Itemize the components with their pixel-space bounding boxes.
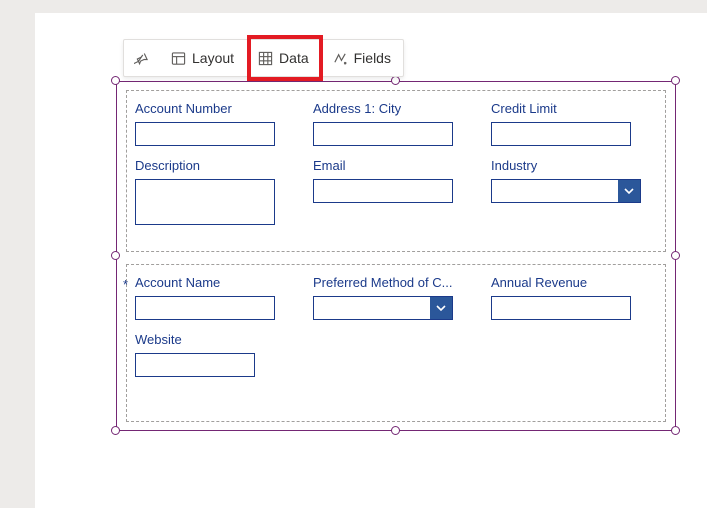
field-label: Description xyxy=(135,158,295,173)
select-input[interactable] xyxy=(313,296,453,320)
field-address1-city[interactable]: Address 1: City xyxy=(313,101,473,146)
textarea-input[interactable] xyxy=(135,179,275,225)
field-email[interactable]: Email xyxy=(313,158,473,225)
field-label: Industry xyxy=(491,158,651,173)
field-credit-limit[interactable]: Credit Limit xyxy=(491,101,651,146)
text-input[interactable] xyxy=(313,179,453,203)
select-input[interactable] xyxy=(491,179,641,203)
field-description[interactable]: Description xyxy=(135,158,295,225)
layout-button[interactable]: Layout xyxy=(159,40,246,76)
required-mark: * xyxy=(123,277,128,292)
text-input[interactable] xyxy=(313,122,453,146)
text-input[interactable] xyxy=(135,296,275,320)
selection-handle[interactable] xyxy=(671,426,680,435)
field-group-2[interactable]: * Account Name Preferred Method of C... … xyxy=(126,264,666,422)
fields-label: Fields xyxy=(354,50,391,66)
field-website[interactable]: Website xyxy=(135,332,295,377)
field-preferred-method[interactable]: Preferred Method of C... xyxy=(313,275,473,320)
selection-handle[interactable] xyxy=(111,426,120,435)
floating-toolbar: Layout Data Fields xyxy=(123,39,404,77)
selection-handle[interactable] xyxy=(391,426,400,435)
field-group-1[interactable]: Account Number Address 1: City Credit Li… xyxy=(126,90,666,252)
fields-button[interactable]: Fields xyxy=(321,40,403,76)
text-input[interactable] xyxy=(135,353,255,377)
text-input[interactable] xyxy=(491,122,631,146)
selection-handle[interactable] xyxy=(671,76,680,85)
pin-button[interactable] xyxy=(124,40,159,76)
field-label: Credit Limit xyxy=(491,101,651,116)
fields-icon xyxy=(333,51,348,66)
field-annual-revenue[interactable]: Annual Revenue xyxy=(491,275,651,320)
chevron-down-icon xyxy=(430,297,452,319)
field-label: Website xyxy=(135,332,295,347)
field-label: Address 1: City xyxy=(313,101,473,116)
selection-handle[interactable] xyxy=(671,251,680,260)
field-account-number[interactable]: Account Number xyxy=(135,101,295,146)
layout-label: Layout xyxy=(192,50,234,66)
selection-handle[interactable] xyxy=(391,76,400,85)
layout-icon xyxy=(171,51,186,66)
field-label: Email xyxy=(313,158,473,173)
field-label: Annual Revenue xyxy=(491,275,651,290)
chevron-down-icon xyxy=(618,180,640,202)
selection-handle[interactable] xyxy=(111,251,120,260)
text-input[interactable] xyxy=(135,122,275,146)
field-account-name[interactable]: * Account Name xyxy=(135,275,295,320)
design-canvas: Layout Data Fields Account Nu xyxy=(35,13,707,508)
field-label: Preferred Method of C... xyxy=(313,275,473,290)
field-label: Account Number xyxy=(135,101,295,116)
data-button[interactable]: Data xyxy=(246,40,321,76)
data-grid-icon xyxy=(258,51,273,66)
selection-handle[interactable] xyxy=(111,76,120,85)
data-label: Data xyxy=(279,50,309,66)
text-input[interactable] xyxy=(491,296,631,320)
pin-icon xyxy=(134,51,149,66)
field-label: Account Name xyxy=(135,275,295,290)
field-industry[interactable]: Industry xyxy=(491,158,651,225)
form-selection[interactable]: Account Number Address 1: City Credit Li… xyxy=(116,81,676,431)
